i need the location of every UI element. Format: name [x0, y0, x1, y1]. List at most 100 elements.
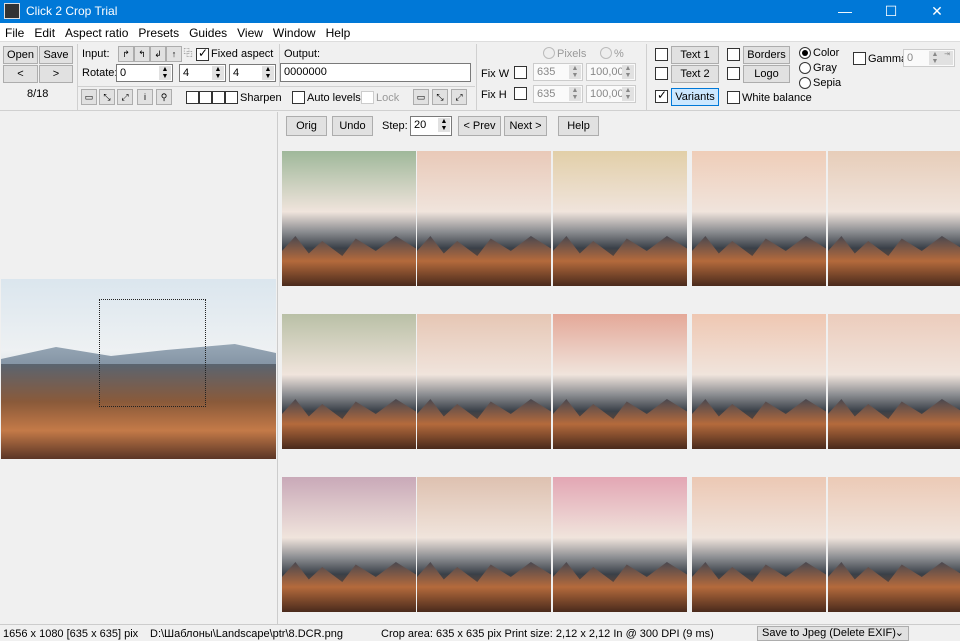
percent-radio[interactable]: [600, 47, 612, 59]
output-monitor-icon[interactable]: ▭: [413, 89, 429, 105]
sharpen-level-4-checkbox[interactable]: [225, 91, 238, 104]
text2-button[interactable]: Text 2: [671, 65, 719, 83]
prev-variants-button[interactable]: < Prev: [458, 116, 501, 136]
menu-presets[interactable]: Presets: [133, 23, 184, 40]
text2-checkbox[interactable]: [655, 67, 668, 80]
spinner-icon[interactable]: ▲ ▼: [569, 87, 581, 101]
menu-file[interactable]: File: [0, 23, 29, 40]
fixed-aspect-label: Fixed aspect: [211, 48, 274, 60]
variant-thumbnail[interactable]: [692, 314, 826, 449]
variant-thumbnail[interactable]: [692, 477, 826, 612]
spinner-icon[interactable]: ▲ ▼: [262, 66, 274, 80]
pixels-radio[interactable]: [543, 47, 555, 59]
help-button[interactable]: Help: [558, 116, 599, 136]
orig-button[interactable]: Orig: [286, 116, 327, 136]
menu-view[interactable]: View: [232, 23, 268, 40]
prev-image-button[interactable]: <: [3, 65, 38, 83]
variant-thumbnail[interactable]: [417, 151, 551, 286]
spinner-icon[interactable]: ▲ ▼: [622, 65, 634, 79]
output-shrink-icon[interactable]: ⤡: [432, 89, 448, 105]
variant-thumbnail[interactable]: [553, 151, 687, 286]
ratio-width-value: 4: [183, 67, 190, 79]
info-icon[interactable]: i: [137, 89, 153, 105]
menu-guides[interactable]: Guides: [184, 23, 232, 40]
next-variants-button[interactable]: Next >: [504, 116, 547, 136]
text1-button[interactable]: Text 1: [671, 46, 719, 64]
spinner-icon[interactable]: ▲ ▼: [929, 51, 941, 65]
variant-thumbnail[interactable]: [282, 477, 416, 612]
menu-aspect-ratio[interactable]: Aspect ratio: [60, 23, 133, 40]
variant-thumbnail[interactable]: [692, 151, 826, 286]
variants-button[interactable]: Variants: [671, 88, 719, 106]
fix-h-checkbox[interactable]: [514, 87, 527, 100]
lock-checkbox[interactable]: [361, 91, 374, 104]
presenter-icon[interactable]: ⚲: [156, 89, 172, 105]
text1-checkbox[interactable]: [655, 48, 668, 61]
sharpen-level-1-checkbox[interactable]: [186, 91, 199, 104]
spinner-icon[interactable]: ▲ ▼: [212, 66, 224, 80]
save-button[interactable]: Save: [39, 46, 73, 64]
shrink-icon[interactable]: ⤡: [99, 89, 115, 105]
sharpen-level-3-checkbox[interactable]: [212, 91, 225, 104]
menu-help[interactable]: Help: [321, 23, 356, 40]
fix-w-pixels-input[interactable]: 635 ▲ ▼: [533, 63, 583, 81]
fix-w-percent-input[interactable]: 100,00 ▲ ▼: [586, 63, 636, 81]
title-bar: Click 2 Crop Trial — ☐ ✕: [0, 0, 960, 23]
spinner-icon[interactable]: ▲ ▼: [438, 118, 450, 132]
close-button[interactable]: ✕: [914, 0, 960, 23]
variant-thumbnail[interactable]: [417, 477, 551, 612]
gamma-input[interactable]: 0 ▲ ▼ ⇥: [903, 49, 955, 67]
minimize-button[interactable]: —: [822, 0, 868, 23]
crop-selection-box[interactable]: [99, 299, 206, 407]
next-image-button[interactable]: >: [39, 65, 73, 83]
borders-checkbox[interactable]: [727, 48, 740, 61]
crop-swap-icon[interactable]: ⿻: [180, 46, 196, 62]
gray-radio[interactable]: [799, 62, 811, 74]
undo-button[interactable]: Undo: [332, 116, 373, 136]
white-balance-checkbox[interactable]: [727, 91, 740, 104]
expand-icon[interactable]: ⤢: [117, 89, 133, 105]
step-input[interactable]: 20 ▲ ▼: [410, 116, 452, 136]
variant-thumbnail[interactable]: [828, 314, 960, 449]
variant-thumbnail[interactable]: [553, 477, 687, 612]
menu-window[interactable]: Window: [268, 23, 321, 40]
gamma-value: 0: [907, 52, 914, 64]
variant-thumbnail[interactable]: [553, 314, 687, 449]
gamma-checkbox[interactable]: [853, 52, 866, 65]
rotate-input[interactable]: 0 ▲ ▼: [116, 64, 173, 82]
sharpen-level-2-checkbox[interactable]: [199, 91, 212, 104]
spinner-icon[interactable]: ▲ ▼: [159, 66, 171, 80]
output-expand-icon[interactable]: ⤢: [451, 89, 467, 105]
fix-h-percent-input[interactable]: 100,00 ▲ ▼: [586, 85, 636, 103]
ratio-height-input[interactable]: 4 ▲ ▼: [229, 64, 276, 82]
fix-w-checkbox[interactable]: [514, 66, 527, 79]
menu-edit[interactable]: Edit: [29, 23, 60, 40]
open-button[interactable]: Open: [3, 46, 38, 64]
maximize-button[interactable]: ☐: [868, 0, 914, 23]
sepia-radio[interactable]: [799, 77, 811, 89]
save-mode-dropdown[interactable]: Save to Jpeg (Delete EXIF) ⌄: [757, 626, 909, 641]
gamma-reset-icon[interactable]: ⇥: [941, 51, 953, 65]
logo-checkbox[interactable]: [727, 67, 740, 80]
variants-checkbox[interactable]: [655, 88, 668, 103]
rotate-label: Rotate:: [82, 67, 118, 79]
rotate-right-icon[interactable]: ↱: [118, 46, 134, 62]
fix-h-pixels-input[interactable]: 635 ▲ ▼: [533, 85, 583, 103]
variant-thumbnail[interactable]: [417, 314, 551, 449]
auto-levels-checkbox[interactable]: [292, 91, 305, 104]
variant-thumbnail[interactable]: [828, 477, 960, 612]
output-input[interactable]: 0000000: [280, 63, 471, 82]
borders-button[interactable]: Borders: [743, 46, 790, 64]
fixed-aspect-checkbox[interactable]: [196, 46, 209, 61]
color-radio[interactable]: [799, 47, 811, 59]
rotate-left-icon[interactable]: ↰: [134, 46, 150, 62]
variant-thumbnail[interactable]: [282, 314, 416, 449]
variant-thumbnail[interactable]: [282, 151, 416, 286]
flip-icon[interactable]: ↲: [150, 46, 166, 62]
ratio-width-input[interactable]: 4 ▲ ▼: [179, 64, 226, 82]
logo-button[interactable]: Logo: [743, 65, 790, 83]
spinner-icon[interactable]: ▲ ▼: [622, 87, 634, 101]
variant-thumbnail[interactable]: [828, 151, 960, 286]
spinner-icon[interactable]: ▲ ▼: [569, 65, 581, 79]
monitor-icon[interactable]: ▭: [81, 89, 97, 105]
